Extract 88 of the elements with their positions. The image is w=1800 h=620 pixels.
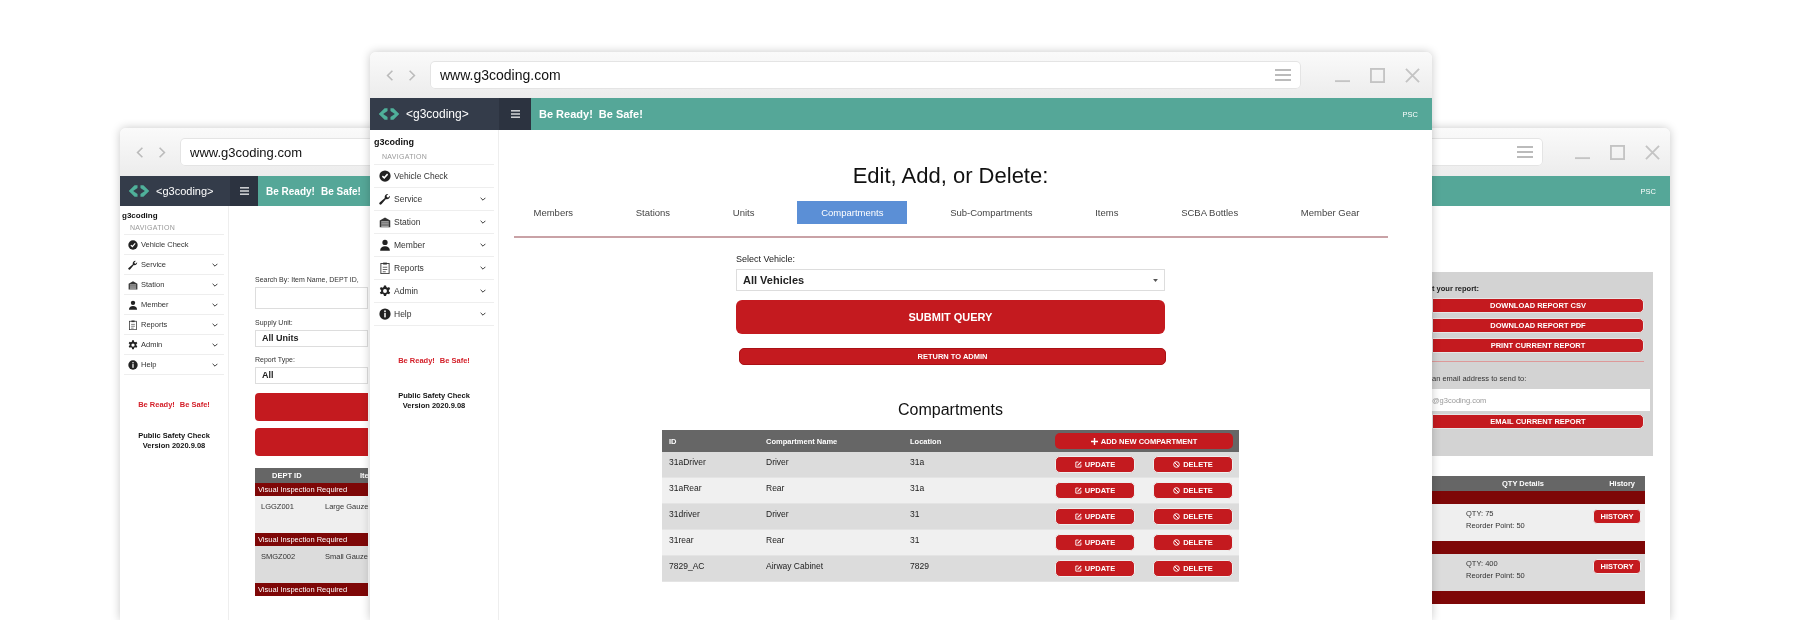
caret-icon (1153, 278, 1158, 282)
page-title: Edit, Add, or Delete: (852, 163, 1049, 189)
sidebar-item[interactable]: Vehicle Check (374, 165, 494, 188)
close-icon[interactable] (1405, 67, 1420, 83)
table-cell-text: Airway Cabinet (766, 560, 825, 571)
wrench-icon (128, 259, 138, 270)
table-cell-text: 7829 (910, 560, 930, 571)
slogan-text: Be Safe! (598, 108, 643, 120)
supply-unit-dropdown[interactable]: All Units (255, 330, 368, 347)
table-cell-text: Rear (766, 534, 786, 545)
address-bar[interactable]: www.g3coding.com (430, 61, 1301, 89)
ban-icon (1173, 565, 1181, 572)
table-cell-text: 31 (910, 508, 921, 519)
table-cell-text: 31aDriver (669, 456, 707, 467)
sidebar-brand: g3coding (121, 210, 159, 220)
submit-button[interactable] (255, 393, 368, 421)
search-field[interactable] (255, 287, 368, 309)
table-cell-text: 31 (910, 534, 921, 545)
person-icon (379, 239, 391, 251)
tab[interactable]: Members (513, 201, 594, 224)
info-icon (379, 308, 391, 320)
table-cell-text: 31driver (669, 508, 701, 519)
edit-icon (1074, 565, 1082, 572)
plus-icon (1090, 437, 1098, 445)
report-type-dropdown[interactable]: All (255, 367, 368, 384)
sidebar-item[interactable]: Reports (374, 257, 494, 280)
table-cell-text: Driver (766, 508, 790, 519)
table-cell-text: Rear (766, 482, 786, 493)
edit-icon (1074, 487, 1082, 494)
building-icon (379, 216, 391, 228)
action-button[interactable] (255, 428, 368, 456)
menu-toggle[interactable] (499, 98, 531, 130)
table-title: Compartments (898, 401, 1003, 419)
tab[interactable]: Items (1075, 201, 1139, 224)
table-cell-text: 31a (910, 482, 926, 493)
table-cell-text: 31aRear (669, 482, 703, 493)
clipboard-icon (128, 319, 138, 330)
slogan-text: Be Safe! (320, 185, 361, 197)
back-icon[interactable] (386, 68, 394, 82)
slogan-text: Be Ready! (539, 108, 593, 120)
tab[interactable]: Member Gear (1280, 201, 1380, 224)
wrench-icon (379, 193, 391, 205)
logo-icon (128, 184, 150, 198)
close-icon[interactable] (1645, 144, 1660, 160)
sidebar-item[interactable]: Member (374, 234, 494, 257)
submit-button[interactable]: SUBMIT QUERY (736, 300, 1165, 334)
check-circle-icon (379, 170, 391, 182)
table-cell-text: Driver (766, 456, 790, 467)
sidebar-item[interactable]: Service (374, 188, 494, 211)
check-circle-icon (128, 239, 138, 250)
menu-icon[interactable] (510, 110, 520, 118)
forward-icon[interactable] (158, 145, 166, 159)
tab[interactable]: SCBA Bottles (1161, 201, 1259, 224)
info-icon (128, 359, 138, 370)
ban-icon (1173, 513, 1181, 520)
maximize-icon[interactable] (1610, 144, 1625, 160)
building-icon (128, 279, 138, 290)
edit-icon (1074, 461, 1082, 468)
ban-icon (1173, 539, 1181, 546)
person-icon (128, 299, 138, 310)
sidebar-item[interactable]: Station (374, 211, 494, 234)
settings-icon (379, 285, 391, 297)
field-label: Select Vehicle: (736, 254, 797, 264)
logo-text: <g3coding> (156, 185, 214, 197)
maximize-icon[interactable] (1370, 67, 1385, 83)
sidebar-item[interactable]: Help (374, 303, 494, 326)
edit-icon (1074, 539, 1082, 546)
logo-text: <g3coding> (406, 107, 469, 121)
logo-icon (378, 107, 400, 121)
ban-icon (1173, 461, 1181, 468)
settings-icon (128, 339, 138, 350)
ban-icon (1173, 487, 1181, 494)
back-icon[interactable] (136, 145, 144, 159)
menu-toggle[interactable] (230, 176, 258, 206)
clipboard-icon (379, 262, 391, 274)
tab[interactable]: Stations (615, 201, 691, 224)
edit-icon (1074, 513, 1082, 520)
sidebar-item[interactable]: Admin (374, 280, 494, 303)
menu-icon[interactable] (239, 187, 249, 195)
tab[interactable]: Units (712, 201, 775, 224)
table-cell-text: 31a (910, 456, 926, 467)
sidebar-brand: g3coding (373, 136, 415, 147)
table-cell-text: 7829_AC (669, 560, 706, 571)
table-cell-text: 31rear (669, 534, 695, 545)
forward-icon[interactable] (408, 68, 416, 82)
tab[interactable]: Sub-Compartments (930, 201, 1053, 224)
vehicle-dropdown[interactable]: All Vehicles (736, 269, 1165, 291)
slogan-text: Be Ready! (266, 185, 315, 197)
